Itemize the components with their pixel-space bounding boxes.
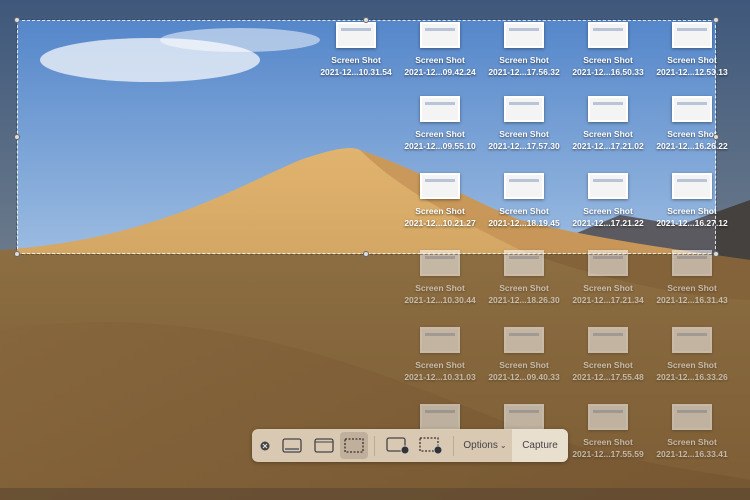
file-name: Screen Shot xyxy=(499,283,549,293)
file-timestamp: 2021-12...10.30.44 xyxy=(404,295,476,305)
screenshot-thumbnail xyxy=(504,327,544,353)
screenshot-thumbnail xyxy=(420,327,460,353)
resize-handle[interactable] xyxy=(363,17,369,23)
dim-overlay-top xyxy=(0,0,750,20)
desktop-file-icon[interactable]: Screen Shot 2021-12...17.55.59 xyxy=(566,404,650,460)
file-timestamp: 2021-12...16.33.41 xyxy=(656,449,728,459)
screenshot-thumbnail xyxy=(588,327,628,353)
close-icon xyxy=(260,441,270,450)
file-timestamp: 2021-12...09.40.33 xyxy=(488,372,560,382)
resize-handle[interactable] xyxy=(713,134,719,140)
divider xyxy=(374,435,375,456)
desktop-file-icon[interactable]: Screen Shot 2021-12...17.55.48 xyxy=(566,327,650,383)
record-entire-screen-button[interactable] xyxy=(381,429,415,462)
desktop-file-icon[interactable]: Screen Shot 2021-12...16.31.43 xyxy=(650,250,734,306)
file-name: Screen Shot xyxy=(583,437,633,447)
desktop-file-icon[interactable]: Screen Shot 2021-12...18.26.30 xyxy=(482,250,566,306)
file-timestamp: 2021-12...10.31.03 xyxy=(404,372,476,382)
options-label: Options xyxy=(463,440,498,451)
screenshot-thumbnail xyxy=(588,404,628,430)
options-menu-button[interactable]: Options ⌄ xyxy=(460,429,510,462)
record-selected-portion-button[interactable] xyxy=(415,429,447,462)
file-timestamp: 2021-12...17.21.34 xyxy=(572,295,644,305)
resize-handle[interactable] xyxy=(713,251,719,257)
window-icon xyxy=(314,438,334,453)
record-selection-icon xyxy=(419,436,443,454)
file-timestamp: 2021-12...17.55.59 xyxy=(572,449,644,459)
screen-icon xyxy=(282,438,302,453)
desktop-file-icon[interactable]: Screen Shot 2021-12...09.40.33 xyxy=(482,327,566,383)
file-timestamp: 2021-12...16.33.26 xyxy=(656,372,728,382)
selection-rectangle[interactable] xyxy=(16,19,717,255)
capture-button[interactable]: Capture xyxy=(512,429,568,462)
screenshot-thumbnail xyxy=(420,404,460,430)
capture-window-button[interactable] xyxy=(308,429,340,462)
screenshot-thumbnail xyxy=(672,404,712,430)
capture-label: Capture xyxy=(522,440,558,451)
chevron-down-icon: ⌄ xyxy=(499,441,507,450)
desktop-file-icon[interactable]: Screen Shot 2021-12...16.33.41 xyxy=(650,404,734,460)
dock xyxy=(0,488,750,500)
file-name: Screen Shot xyxy=(499,360,549,370)
file-name: Screen Shot xyxy=(667,283,717,293)
divider xyxy=(453,435,454,456)
file-name: Screen Shot xyxy=(415,283,465,293)
file-timestamp: 2021-12...16.31.43 xyxy=(656,295,728,305)
resize-handle[interactable] xyxy=(713,17,719,23)
file-name: Screen Shot xyxy=(667,360,717,370)
file-name: Screen Shot xyxy=(583,360,633,370)
selection-icon xyxy=(344,438,364,453)
file-name: Screen Shot xyxy=(667,437,717,447)
resize-handle[interactable] xyxy=(14,17,20,23)
screenshot-toolbar: Options ⌄ Capture xyxy=(252,429,568,462)
file-name: Screen Shot xyxy=(583,283,633,293)
capture-selected-portion-button[interactable] xyxy=(340,432,368,459)
resize-handle[interactable] xyxy=(14,134,20,140)
close-button[interactable] xyxy=(254,429,276,462)
file-timestamp: 2021-12...17.55.48 xyxy=(572,372,644,382)
desktop-file-icon[interactable]: Screen Shot 2021-12...10.30.44 xyxy=(398,250,482,306)
resize-handle[interactable] xyxy=(14,251,20,257)
file-timestamp: 2021-12...18.26.30 xyxy=(488,295,560,305)
desktop-file-icon[interactable]: Screen Shot 2021-12...16.33.26 xyxy=(650,327,734,383)
desktop-file-icon[interactable]: Screen Shot 2021-12...10.31.03 xyxy=(398,327,482,383)
desktop-file-icon[interactable]: Screen Shot 2021-12...17.21.34 xyxy=(566,250,650,306)
file-name: Screen Shot xyxy=(415,360,465,370)
screenshot-thumbnail xyxy=(672,327,712,353)
resize-handle[interactable] xyxy=(363,251,369,257)
screenshot-thumbnail xyxy=(504,404,544,430)
capture-entire-screen-button[interactable] xyxy=(276,429,308,462)
record-screen-icon xyxy=(386,436,410,454)
